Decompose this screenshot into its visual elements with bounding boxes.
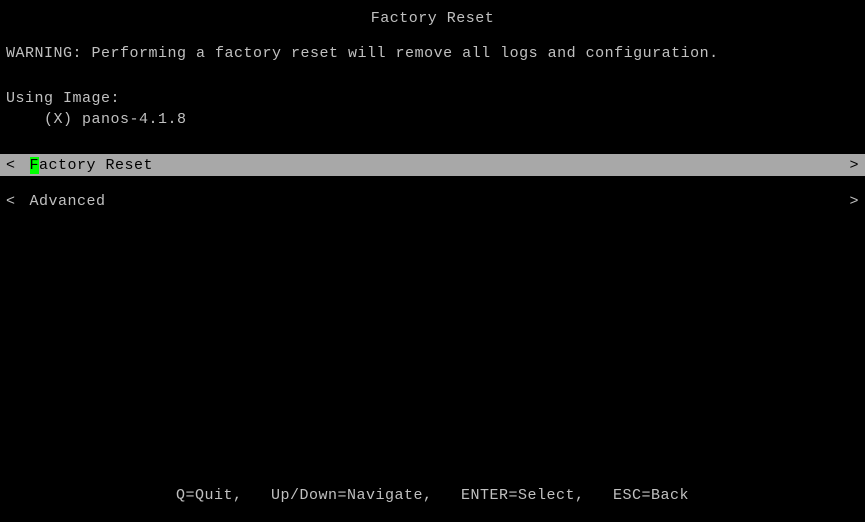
- hotkey: F: [30, 157, 40, 174]
- menu-label: Advanced: [20, 193, 849, 210]
- menu-area: < Factory Reset > < Advanced >: [0, 154, 865, 212]
- using-image-label: Using Image:: [0, 62, 865, 107]
- menu-item-factory-reset[interactable]: < Factory Reset >: [0, 154, 865, 176]
- left-angle-icon: <: [6, 193, 20, 210]
- menu-item-advanced[interactable]: < Advanced >: [0, 190, 865, 212]
- page-title: Factory Reset: [0, 0, 865, 45]
- right-angle-icon: >: [849, 157, 859, 174]
- warning-text: WARNING: Performing a factory reset will…: [0, 45, 865, 62]
- console-screen: Factory Reset WARNING: Performing a fact…: [0, 0, 865, 522]
- image-entry: (X) panos-4.1.8: [0, 107, 865, 128]
- label-rest: actory Reset: [39, 157, 153, 174]
- right-angle-icon: >: [849, 193, 859, 210]
- menu-label: Factory Reset: [20, 157, 849, 174]
- footer-hints: Q=Quit, Up/Down=Navigate, ENTER=Select, …: [0, 487, 865, 504]
- left-angle-icon: <: [6, 157, 20, 174]
